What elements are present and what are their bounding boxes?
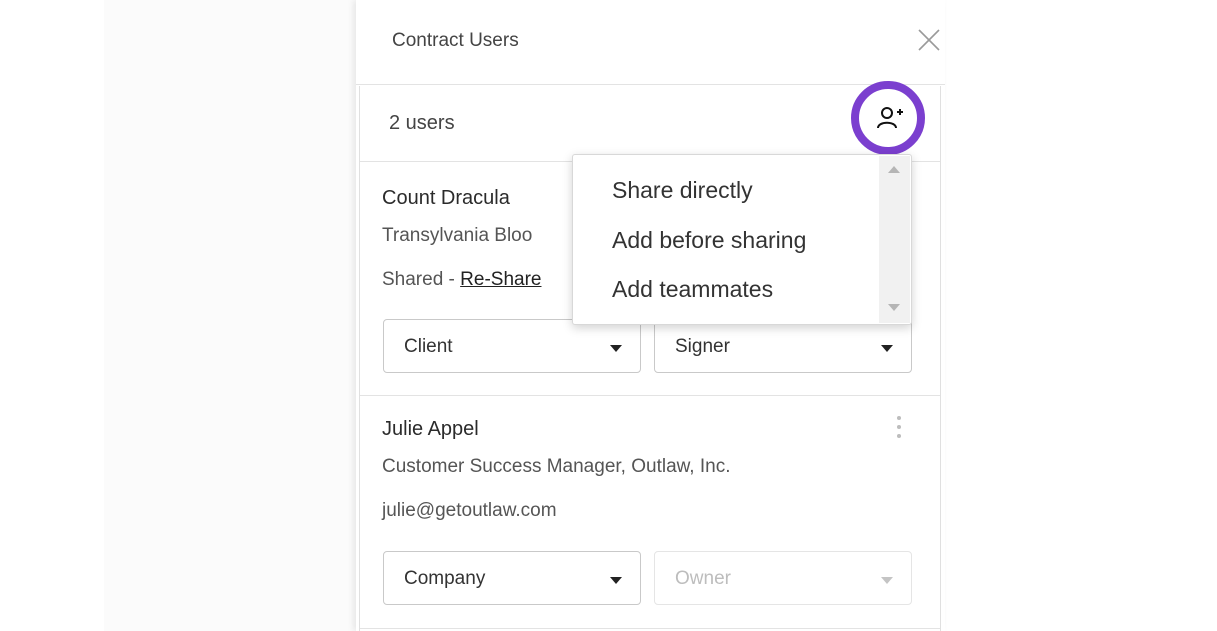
menu-item-share-directly[interactable]: Share directly	[612, 177, 753, 204]
scroll-up-icon[interactable]	[888, 166, 900, 173]
reshare-link[interactable]: Re-Share	[460, 269, 541, 290]
user-email: julie@getoutlaw.com	[382, 500, 557, 521]
caret-down-icon	[610, 577, 622, 584]
user-card: Julie Appel Customer Success Manager, Ou…	[360, 396, 940, 629]
users-count: 2 users	[389, 112, 455, 134]
caret-down-icon	[881, 577, 893, 584]
role-select-value: Owner	[675, 568, 731, 589]
user-name: Count Dracula	[382, 187, 510, 209]
menu-item-add-before-sharing[interactable]: Add before sharing	[612, 227, 806, 254]
user-company: Transylvania Bloo	[382, 225, 533, 246]
role-select-value: Signer	[675, 336, 730, 357]
panel-header: Contract Users	[356, 0, 945, 85]
party-select[interactable]: Company	[383, 551, 641, 605]
menu-item-add-teammates[interactable]: Add teammates	[612, 276, 773, 303]
background-overlay	[104, 0, 356, 631]
panel-title: Contract Users	[392, 30, 519, 51]
caret-down-icon	[610, 345, 622, 352]
menu-scrollbar[interactable]	[879, 156, 910, 323]
background-left	[0, 0, 104, 631]
scroll-down-icon[interactable]	[888, 304, 900, 311]
user-name: Julie Appel	[382, 418, 479, 440]
role-select: Owner	[654, 551, 912, 605]
close-icon[interactable]	[916, 27, 942, 53]
users-count-row: 2 users	[360, 81, 940, 162]
party-select-value: Company	[404, 568, 486, 589]
share-status-text: Shared -	[382, 269, 461, 290]
party-select[interactable]: Client	[383, 319, 641, 373]
add-user-button[interactable]	[851, 81, 925, 155]
person-plus-icon	[877, 107, 903, 129]
user-company: Customer Success Manager, Outlaw, Inc.	[382, 456, 731, 477]
share-status: Shared - Re-Share	[382, 269, 541, 291]
more-vertical-icon[interactable]	[894, 416, 904, 442]
caret-down-icon	[881, 345, 893, 352]
add-user-menu: Share directly Add before sharing Add te…	[572, 154, 912, 325]
role-select[interactable]: Signer	[654, 319, 912, 373]
party-select-value: Client	[404, 336, 453, 357]
